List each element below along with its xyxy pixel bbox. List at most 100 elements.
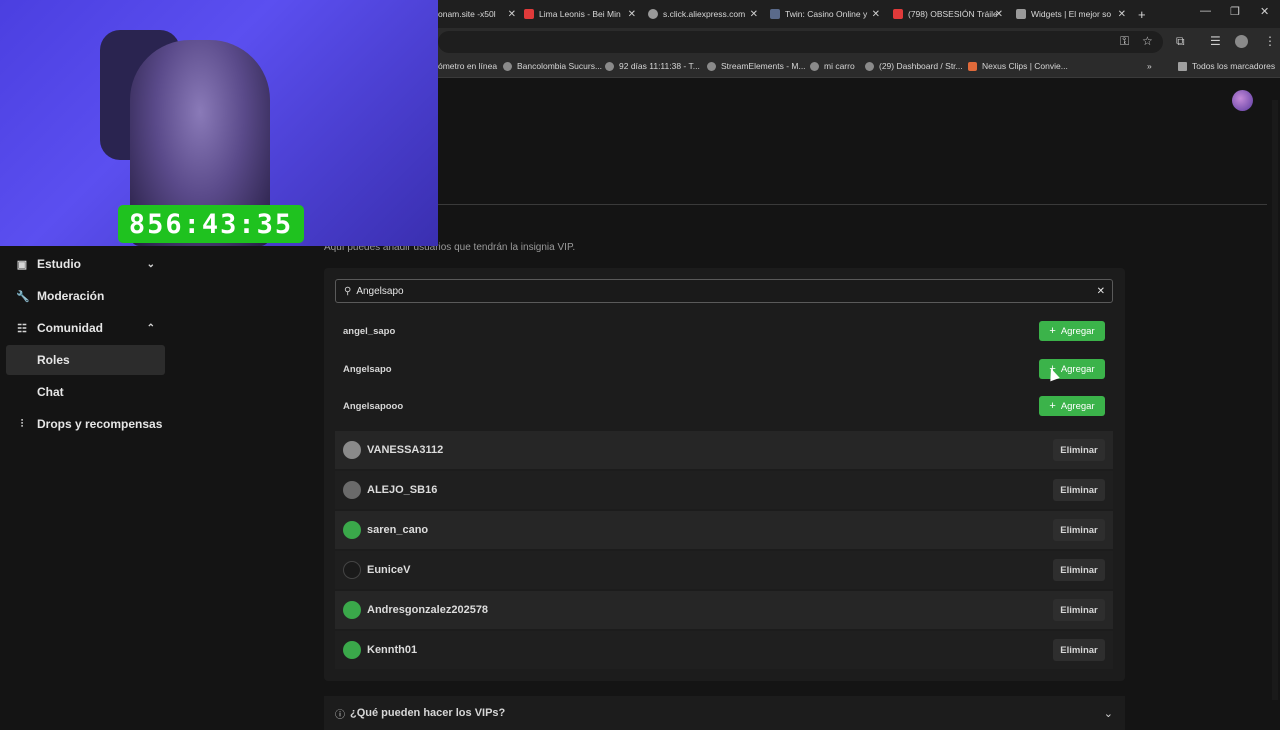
info-icon: ⓘ [335,709,345,721]
check-icon [605,61,614,71]
browser-tab[interactable]: (798) OBSESIÓN Tráile ✕ [893,4,1003,24]
minimize-icon[interactable]: — [1200,5,1211,17]
chevron-down-icon: ⌄ [146,258,155,270]
close-icon[interactable]: ✕ [750,9,758,20]
page-scrollbar[interactable] [1272,100,1278,700]
extensions-icon[interactable]: ⧉ [1176,34,1185,49]
add-label: Agregar [1060,400,1095,412]
bookmark-label: Bancolombia Sucurs... [517,61,603,71]
bookmark-label: mi carro [824,61,855,71]
vip-row: EuniceV Eliminar [335,551,1113,589]
close-icon[interactable]: ✕ [1118,9,1126,20]
address-field[interactable] [438,31,1163,53]
profile-icon[interactable] [1235,35,1248,48]
sidebar-item-label: Drops y recompensas [37,417,163,431]
bookmark-item[interactable]: ómetro en línea [438,61,497,71]
search-result-row: Angelsapo + Agregar [335,351,1113,387]
google-icon [810,61,819,71]
search-result-row: angel_sapo + Agregar [335,313,1113,349]
new-tab-button[interactable]: + [1138,4,1152,24]
studio-icon: ▣ [16,258,28,271]
tab-title: (798) OBSESIÓN Tráile [908,9,998,19]
result-username: angel_sapo [343,325,396,337]
bookmark-item[interactable]: StreamElements - M... [707,61,806,71]
add-vip-button[interactable]: + Agregar [1039,321,1105,341]
webcam-overlay: 856:43:35 [0,0,438,246]
all-bookmarks-label: Todos los marcadores [1192,61,1276,71]
close-icon[interactable]: ✕ [508,9,516,20]
sidebar-item-comunidad[interactable]: ☷ Comunidad ⌃ [6,313,165,343]
media-icon[interactable]: ☰ [1210,34,1221,48]
sidebar-item-drops[interactable]: ⫶ Drops y recompensas [6,409,165,439]
bookmark-label: 92 días 11:11:38 - T... [619,61,700,71]
remove-vip-button[interactable]: Eliminar [1053,519,1105,541]
folder-icon [1178,61,1187,71]
add-vip-button[interactable]: + Agregar [1039,396,1105,416]
search-result-row: Angelsapooo + Agregar [335,388,1113,424]
globe-icon [648,9,658,19]
vip-username: VANESSA3112 [367,444,444,456]
more-bookmarks-icon[interactable]: » [1147,61,1152,71]
vip-username: Kennth01 [367,644,418,656]
tab-title: onam.site -x50l [438,9,496,19]
browser-tab[interactable]: onam.site -x50l ✕ [438,4,516,24]
sidebar-item-moderacion[interactable]: 🔧 Moderación [6,281,165,311]
sidebar-item-label: Comunidad [37,321,103,335]
vip-row: Kennth01 Eliminar [335,631,1113,669]
browser-tab[interactable]: Widgets | El mejor so ✕ [1016,4,1126,24]
sidebar-item-label: Roles [37,353,70,367]
tab-title: Widgets | El mejor so [1031,9,1112,19]
vip-username: ALEJO_SB16 [367,484,438,496]
bookmark-item[interactable]: Bancolombia Sucurs... [503,61,602,71]
youtube-icon [893,9,903,19]
all-bookmarks[interactable]: Todos los marcadores [1178,61,1275,71]
bookmark-item[interactable]: (29) Dashboard / Str... [865,61,963,71]
avatar [343,641,361,659]
vip-faq-accordion[interactable]: ⓘ ¿Qué pueden hacer los VIPs? ⌄ [324,696,1125,730]
sidebar-item-estudio[interactable]: ▣ Estudio ⌄ [6,249,165,279]
tab-title: s.click.aliexpress.com [663,9,746,19]
vip-row: ALEJO_SB16 Eliminar [335,471,1113,509]
youtube-icon [524,9,534,19]
bookmark-item[interactable]: 92 días 11:11:38 - T... [605,61,700,71]
close-icon[interactable]: ✕ [628,9,636,20]
vip-row: VANESSA3112 Eliminar [335,431,1113,469]
browser-tab[interactable]: Twin: Casino Online y ✕ [770,4,880,24]
bookmark-label: ómetro en línea [438,61,498,71]
remove-vip-button[interactable]: Eliminar [1053,439,1105,461]
remove-vip-button[interactable]: Eliminar [1053,479,1105,501]
remove-vip-button[interactable]: Eliminar [1053,599,1105,621]
sidebar-item-label: Estudio [37,257,81,271]
sidebar-item-roles[interactable]: Roles [6,345,165,375]
sidebar-item-chat[interactable]: Chat [6,377,165,407]
chevron-down-icon: ⌄ [1103,707,1113,720]
avatar [343,441,361,459]
search-value: Angelsapo [356,285,404,297]
plus-icon: + [1049,400,1056,412]
close-icon[interactable]: ✕ [872,9,880,20]
bookmark-item[interactable]: mi carro [810,61,855,71]
chevron-up-icon: ⌃ [146,322,155,334]
vip-username: EuniceV [367,564,411,576]
star-icon[interactable]: ☆ [1142,34,1153,48]
bookmark-label: (29) Dashboard / Str... [879,61,963,71]
password-key-icon[interactable]: ⚿ [1120,34,1129,49]
bookmark-item[interactable]: Nexus Clips | Convie... [968,61,1068,71]
remove-vip-button[interactable]: Eliminar [1053,639,1105,661]
drops-icon: ⫶ [20,417,24,430]
avatar [343,601,361,619]
user-avatar[interactable] [1232,90,1253,111]
close-icon[interactable]: ✕ [995,9,1003,20]
menu-dots-icon[interactable]: ⋮ [1264,34,1276,48]
browser-tab[interactable]: Lima Leonis - Bei Min ✕ [524,4,636,24]
search-input[interactable]: ⚲ Angelsapo ✕ [335,279,1113,303]
bank-icon [503,61,512,71]
remove-vip-button[interactable]: Eliminar [1053,559,1105,581]
browser-tab[interactable]: s.click.aliexpress.com ✕ [648,4,758,24]
dashboard-icon [865,61,874,71]
close-window-icon[interactable]: ✕ [1260,5,1269,18]
clear-search-icon[interactable]: ✕ [1097,286,1105,297]
avatar [343,561,361,579]
avatar [343,521,361,539]
restore-icon[interactable]: ❐ [1230,5,1240,18]
